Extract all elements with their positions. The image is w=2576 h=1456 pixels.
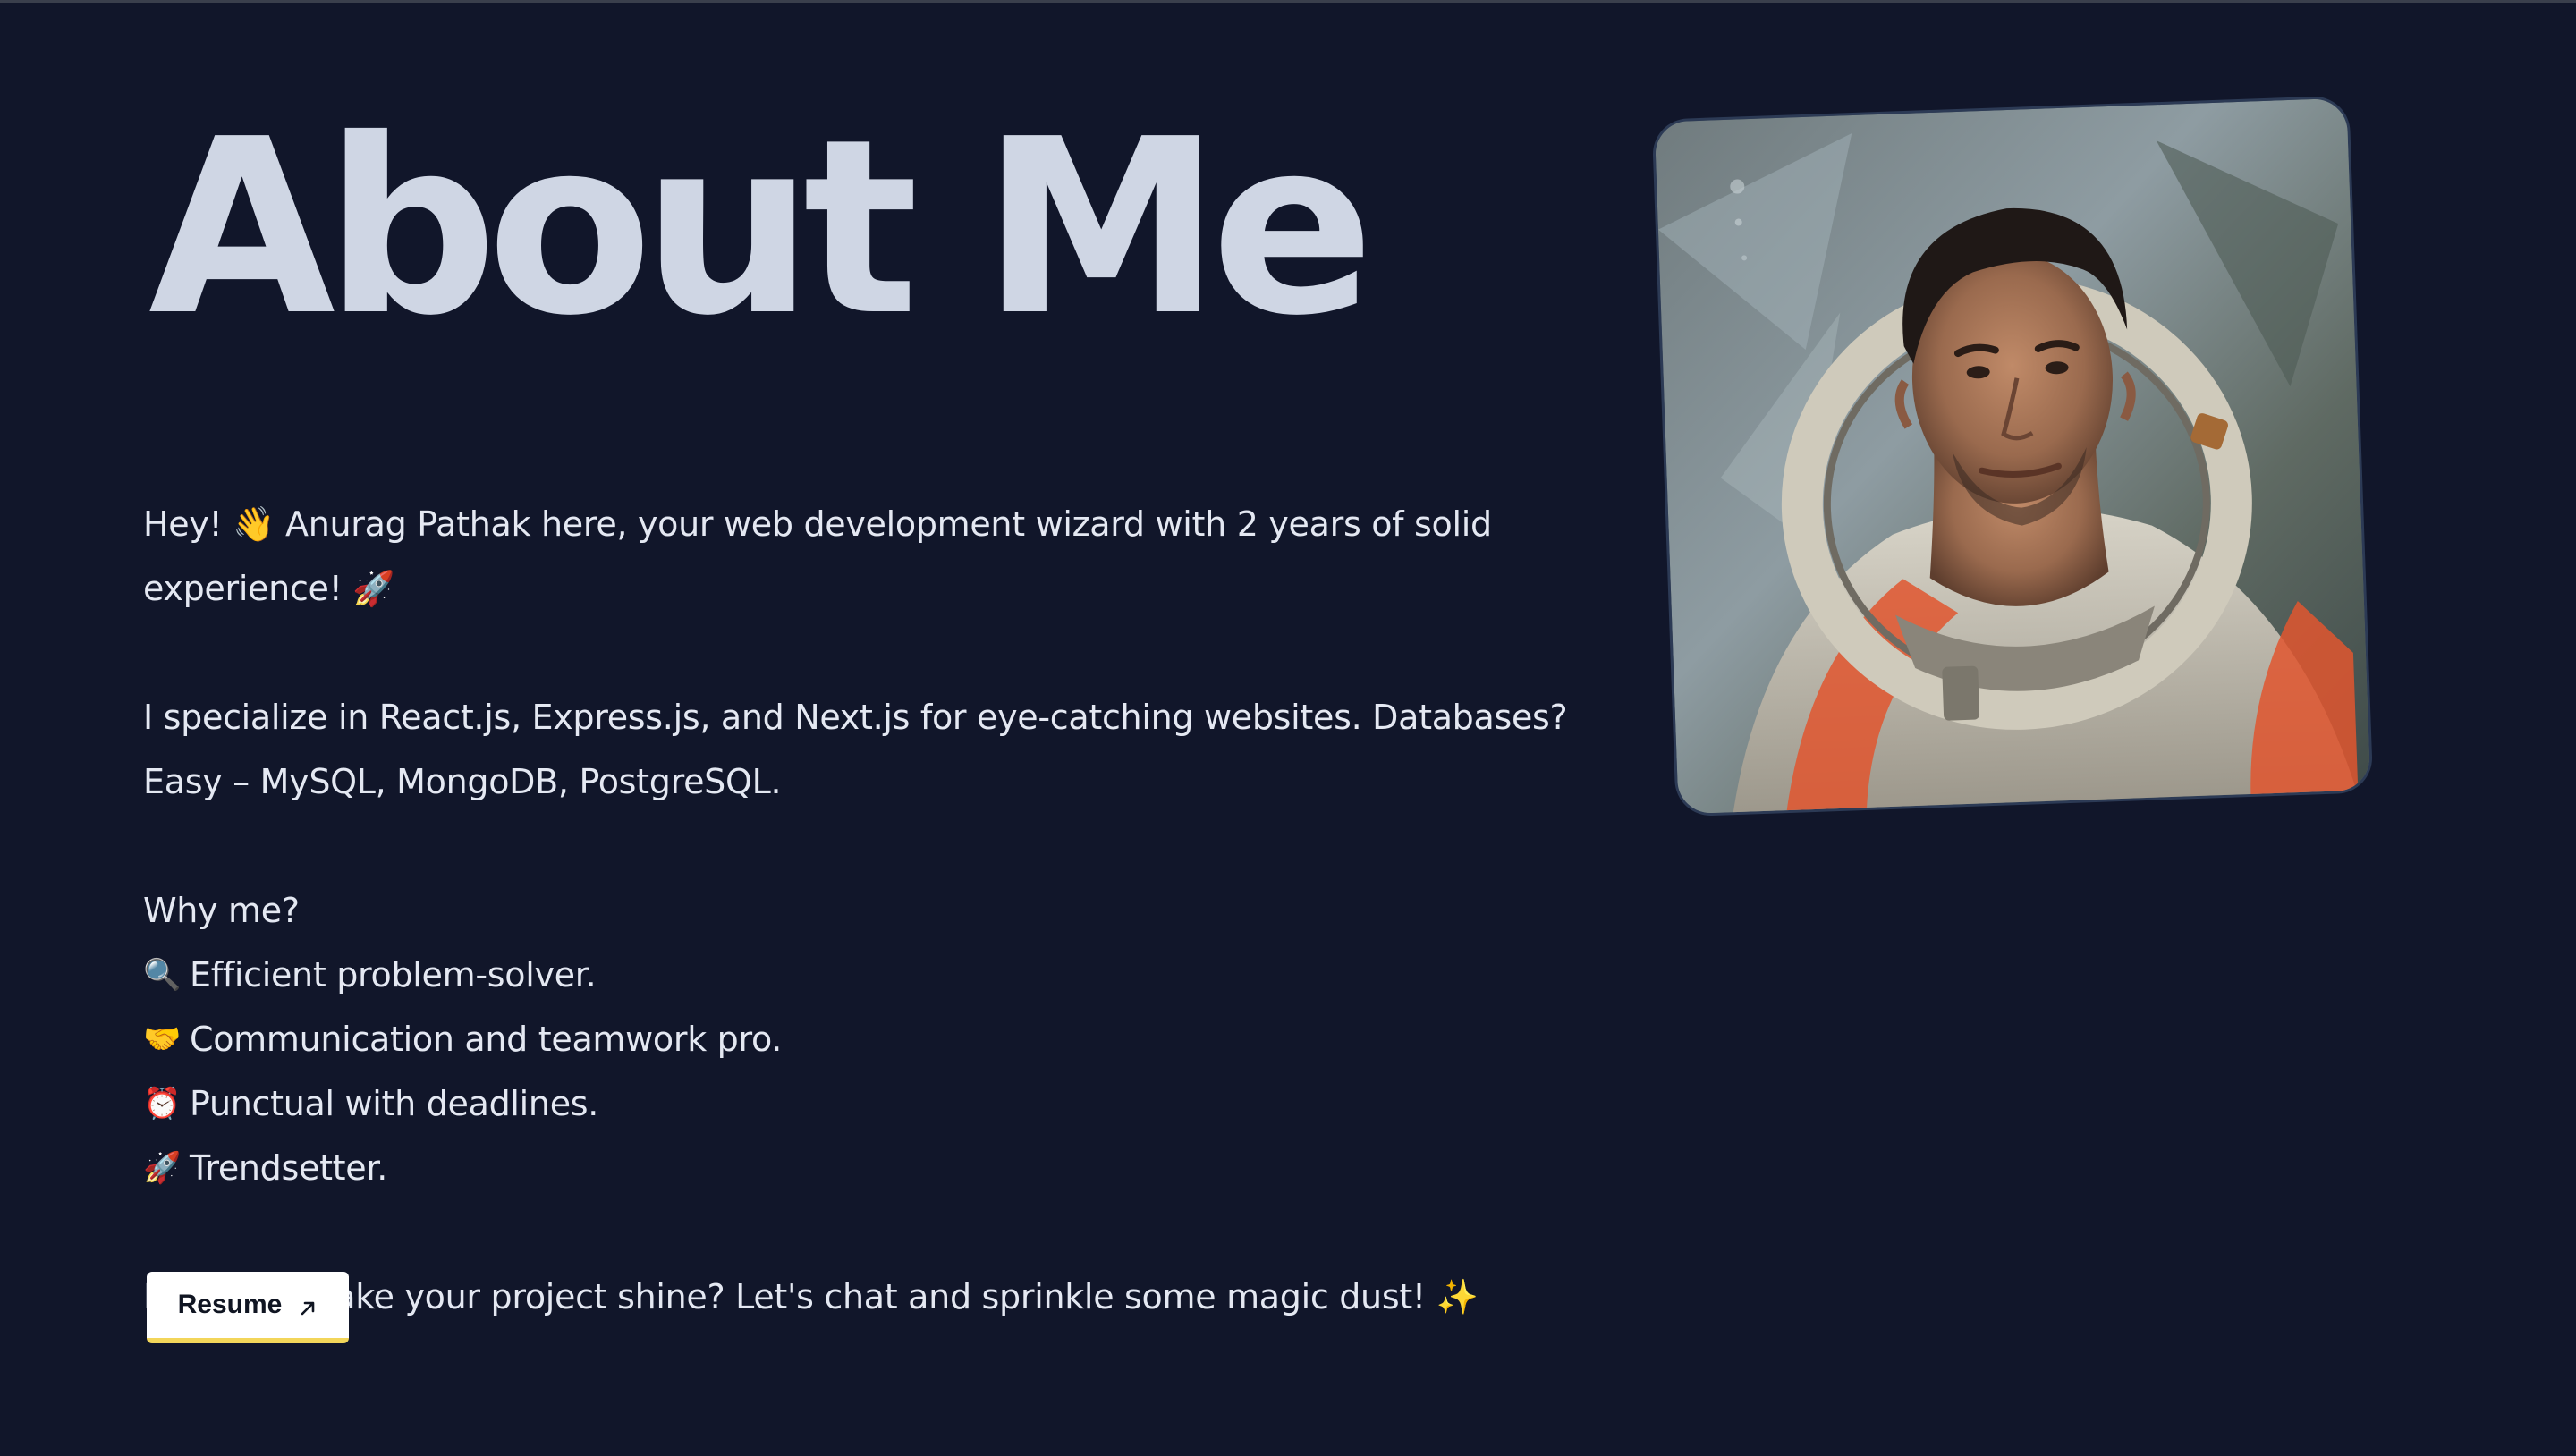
feature-text: Communication and teamwork pro. — [190, 1020, 783, 1059]
feature-item: 🚀 Trendsetter. — [143, 1136, 1574, 1200]
feature-item: 🤝 Communication and teamwork pro. — [143, 1007, 1574, 1071]
feature-text: Trendsetter. — [190, 1148, 387, 1188]
skills-paragraph: I specialize in React.js, Express.js, an… — [143, 698, 1568, 801]
rocket-icon: 🚀 — [143, 1150, 182, 1186]
about-text: Hey! 👋 Anurag Pathak here, your web deve… — [143, 492, 1574, 1329]
astronaut-portrait-image — [1654, 97, 2374, 817]
closing-paragraph: Ready to make your project shine? Let's … — [143, 1277, 1479, 1316]
top-border — [0, 0, 2576, 3]
page-title: About Me — [148, 87, 1375, 368]
alarm-clock-icon: ⏰ — [143, 1086, 182, 1122]
about-section: About Me Hey! 👋 Anurag Pathak here, your… — [143, 107, 1574, 1329]
arrow-up-right-icon — [298, 1295, 318, 1316]
why-me-heading: Why me? — [143, 891, 300, 930]
profile-portrait — [1651, 95, 2374, 817]
resume-button[interactable]: Resume — [147, 1272, 349, 1343]
resume-label: Resume — [177, 1290, 283, 1319]
feature-item: 🔍 Efficient problem-solver. — [143, 943, 1574, 1007]
intro-paragraph: Hey! 👋 Anurag Pathak here, your web deve… — [143, 504, 1492, 608]
magnifier-icon: 🔍 — [143, 957, 182, 993]
feature-text: Punctual with deadlines. — [190, 1084, 599, 1123]
handshake-icon: 🤝 — [143, 1021, 182, 1057]
feature-text: Efficient problem-solver. — [190, 955, 597, 995]
feature-item: ⏰ Punctual with deadlines. — [143, 1071, 1574, 1136]
